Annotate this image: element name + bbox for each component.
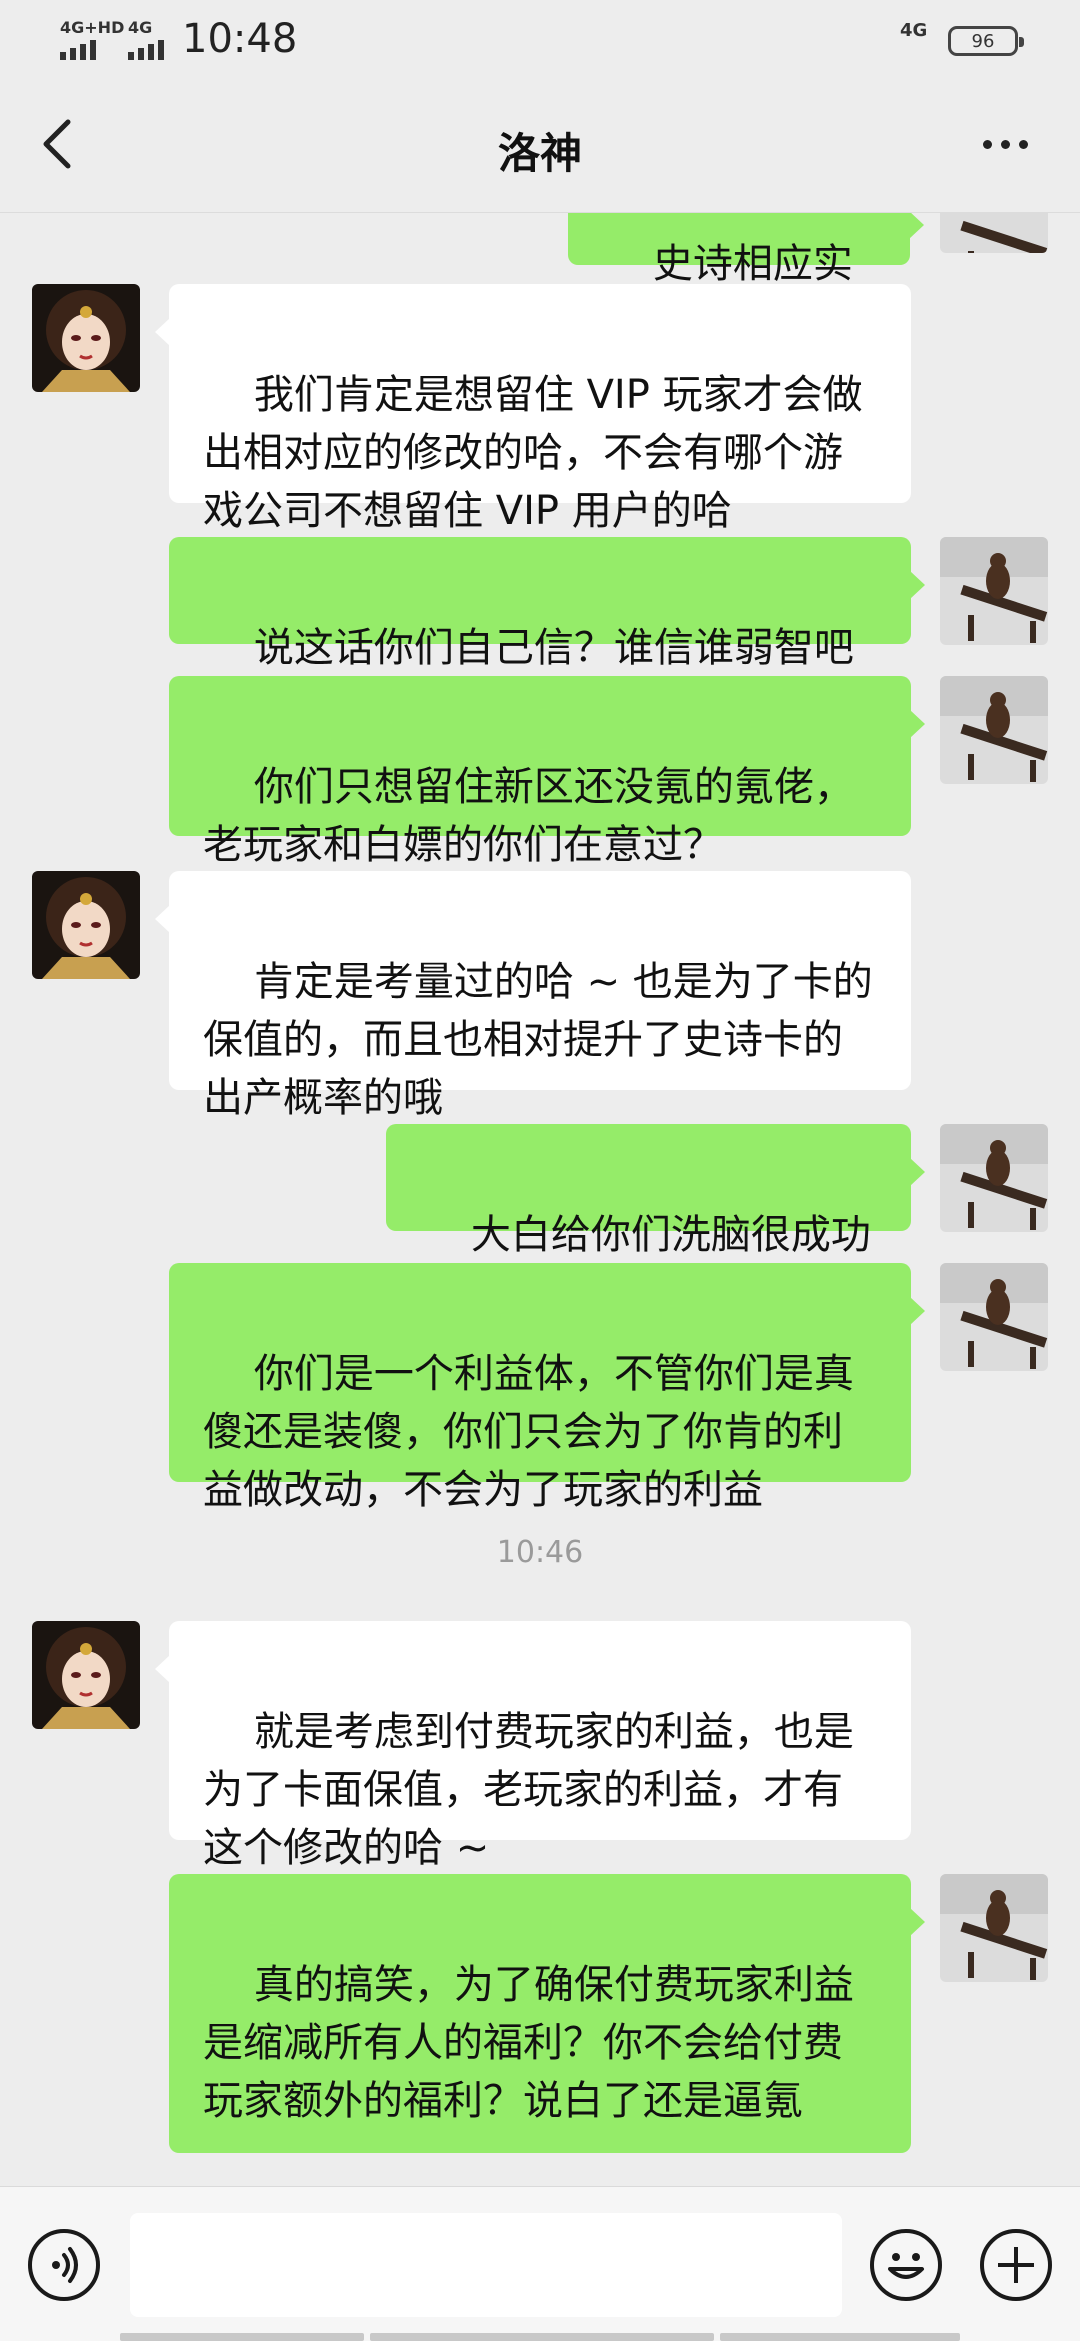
goddess-avatar-icon	[32, 1621, 140, 1729]
message-text: 说这话你们自己信？谁信谁弱智吧	[253, 625, 854, 671]
message-bubble-sent[interactable]: 你们是一个利益体，不管你们是真傻还是装傻，你们只会为了你肯的利益做改动，不会为了…	[169, 1263, 925, 1513]
message-bubble-received[interactable]: 肯定是考量过的哈 ~ 也是为了卡的保值的，而且也相对提升了史诗卡的出产概率的哦	[155, 871, 911, 1121]
message-bubble-received[interactable]: 就是考虑到付费玩家的利益，也是为了卡面保值，老玩家的利益，才有这个修改的哈 ~	[155, 1621, 911, 1871]
contact-avatar[interactable]	[32, 1621, 140, 1729]
emoji-button[interactable]	[870, 2229, 942, 2301]
bench-dog-avatar-icon	[940, 1874, 1048, 1982]
self-avatar[interactable]	[940, 676, 1048, 784]
signal-bars-icon	[60, 40, 96, 60]
message-timestamp: 10:46	[496, 1535, 584, 1570]
goddess-avatar-icon	[32, 871, 140, 979]
signal-strength-2: 4G	[128, 18, 164, 60]
signal-bars-icon	[128, 40, 164, 60]
message-text: 我们肯定是想留住 VIP 玩家才会做出相对应的修改的哈，不会有哪个游戏公司不想留…	[203, 372, 863, 534]
message-text: 你们只想留住新区还没氪的氪佬，老玩家和白嫖的你们在意过？	[203, 764, 854, 868]
chat-title: 洛神	[497, 129, 582, 178]
emoji-icon	[888, 2253, 924, 2279]
message-bubble-sent[interactable]: 你们只想留住新区还没氪的氪佬，老玩家和白嫖的你们在意过？	[169, 676, 925, 868]
signal-1-label: 4G+HD	[60, 18, 125, 37]
bench-dog-avatar-icon	[940, 1263, 1048, 1371]
bench-dog-avatar-icon	[940, 676, 1048, 784]
message-text: 肯定是考量过的哈 ~ 也是为了卡的保值的，而且也相对提升了史诗卡的出产概率的哦	[203, 959, 873, 1121]
self-avatar[interactable]	[940, 1874, 1048, 1982]
contact-avatar[interactable]	[32, 284, 140, 392]
goddess-avatar-icon	[32, 284, 140, 392]
contact-avatar[interactable]	[32, 871, 140, 979]
more-dots-icon	[982, 139, 992, 149]
voice-icon	[52, 2247, 78, 2283]
message-bubble-sent[interactable]: 真的搞笑，为了确保付费玩家利益是缩减所有人的福利？你不会给付费玩家额外的福利？说…	[169, 1874, 925, 2153]
message-bubble-sent[interactable]: 史诗相应实在	[568, 213, 924, 345]
message-text: 就是考虑到付费玩家的利益，也是为了卡面保值，老玩家的利益，才有这个修改的哈 ~	[203, 1709, 854, 1871]
bench-dog-avatar-icon	[940, 1124, 1048, 1232]
signal-strength-1: 4G+HD	[60, 18, 124, 60]
bench-dog-avatar-icon	[940, 213, 1048, 253]
message-text: 你们是一个利益体，不管你们是真傻还是装傻，你们只会为了你肯的利益做改动，不会为了…	[203, 1351, 854, 1513]
status-bar: 4G+HD 4G 10:48 4G 96	[0, 0, 1080, 84]
message-bubble-sent[interactable]: 大白给你们洗脑很成功	[386, 1124, 925, 1258]
self-avatar[interactable]	[940, 213, 1048, 253]
battery-level: 96	[971, 30, 995, 52]
message-bubble-received[interactable]: 我们肯定是想留住 VIP 玩家才会做出相对应的修改的哈，不会有哪个游戏公司不想留…	[155, 284, 911, 534]
chat-header: 洛神	[0, 84, 1080, 213]
self-avatar[interactable]	[940, 1124, 1048, 1232]
message-text: 大白给你们洗脑很成功	[470, 1212, 871, 1258]
message-bubble-sent[interactable]: 说这话你们自己信？谁信谁弱智吧	[169, 537, 925, 671]
self-avatar[interactable]	[940, 1263, 1048, 1371]
signal-2-label: 4G	[128, 18, 153, 37]
message-list[interactable]: 史诗相应实在 我们肯定是想留住 VIP 玩家才会做出相对应的修改的哈，不会有哪个…	[0, 213, 1080, 2185]
plus-button[interactable]	[980, 2229, 1052, 2301]
network-type: 4G	[900, 20, 928, 41]
bench-dog-avatar-icon	[940, 537, 1048, 645]
message-text: 真的搞笑，为了确保付费玩家利益是缩减所有人的福利？你不会给付费玩家额外的福利？说…	[203, 1962, 854, 2124]
voice-button[interactable]	[28, 2229, 100, 2301]
self-avatar[interactable]	[940, 537, 1048, 645]
status-time: 10:48	[182, 16, 298, 62]
battery-icon: 96	[948, 26, 1024, 56]
input-bar	[0, 2186, 1080, 2341]
more-button[interactable]	[970, 114, 1040, 174]
message-input[interactable]	[130, 2213, 842, 2317]
